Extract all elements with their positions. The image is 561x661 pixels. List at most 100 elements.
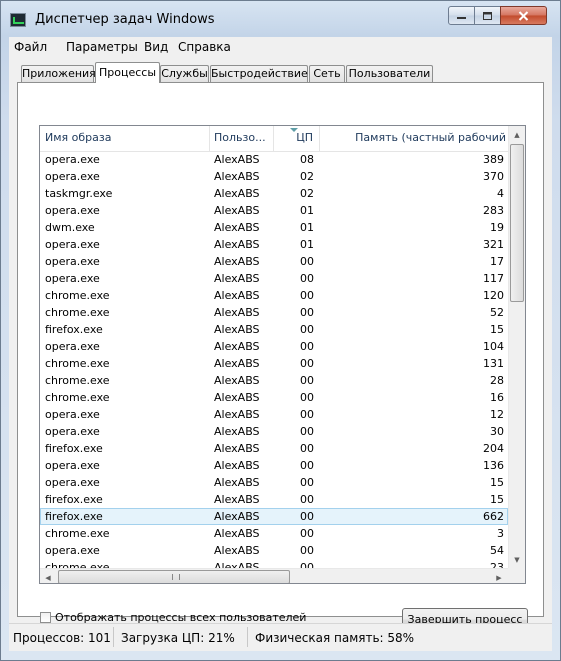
process-user: AlexABS (214, 476, 260, 489)
process-memory: 120 (483, 289, 504, 302)
vertical-scroll-thumb[interactable] (510, 144, 524, 302)
vertical-scrollbar[interactable]: ▲ ▼ (508, 126, 525, 568)
process-user: AlexABS (214, 306, 260, 319)
process-memory: 19 (490, 221, 504, 234)
process-user: AlexABS (214, 459, 260, 472)
process-cpu: 00 (300, 323, 314, 336)
process-row[interactable]: opera.exe AlexABS 00 12 (40, 406, 508, 423)
process-name: opera.exe (45, 255, 100, 268)
process-memory: 30 (490, 425, 504, 438)
column-image-name[interactable]: Имя образа (40, 126, 210, 151)
process-row[interactable]: opera.exe AlexABS 08 389 (40, 151, 508, 168)
process-user: AlexABS (214, 238, 260, 251)
title-bar[interactable]: Диспетчер задач Windows (1, 1, 560, 35)
minimize-icon (457, 17, 466, 19)
menu-file[interactable]: Файл (14, 40, 47, 54)
menu-options[interactable]: Параметры (66, 40, 138, 54)
process-row[interactable]: opera.exe AlexABS 00 54 (40, 542, 508, 559)
menu-help[interactable]: Справка (178, 40, 231, 54)
tab-services[interactable]: Службы (160, 65, 209, 82)
process-row[interactable]: opera.exe AlexABS 01 321 (40, 236, 508, 253)
process-row[interactable]: chrome.exe AlexABS 00 16 (40, 389, 508, 406)
scroll-up-arrow-icon[interactable]: ▲ (509, 126, 525, 143)
process-cpu: 01 (300, 238, 314, 251)
process-memory: 15 (490, 476, 504, 489)
scroll-right-arrow-icon[interactable]: ▶ (491, 569, 507, 583)
close-button[interactable] (500, 6, 547, 25)
maximize-button[interactable] (474, 6, 501, 25)
process-user: AlexABS (214, 561, 260, 568)
process-name: opera.exe (45, 544, 100, 557)
process-cpu: 01 (300, 221, 314, 234)
process-memory: 389 (483, 153, 504, 166)
process-row[interactable]: opera.exe AlexABS 00 104 (40, 338, 508, 355)
show-all-users-label[interactable]: Отображать процессы всех пользователей (55, 611, 306, 624)
process-row[interactable]: firefox.exe AlexABS 00 15 (40, 321, 508, 338)
process-row[interactable]: opera.exe AlexABS 00 30 (40, 423, 508, 440)
column-user-name[interactable]: Пользо... (210, 126, 274, 151)
process-memory: 23 (490, 561, 504, 568)
process-row[interactable]: opera.exe AlexABS 01 283 (40, 202, 508, 219)
process-row[interactable]: chrome.exe AlexABS 00 52 (40, 304, 508, 321)
process-memory: 283 (483, 204, 504, 217)
process-name: chrome.exe (45, 561, 110, 568)
process-row[interactable]: opera.exe AlexABS 02 370 (40, 168, 508, 185)
process-cpu: 00 (300, 493, 314, 506)
process-cpu: 00 (300, 272, 314, 285)
task-manager-window: Диспетчер задач Windows Файл Параметры В… (0, 0, 561, 661)
status-separator (113, 627, 114, 647)
process-row[interactable]: opera.exe AlexABS 00 117 (40, 270, 508, 287)
scroll-left-arrow-icon[interactable]: ◀ (40, 569, 56, 583)
process-row[interactable]: opera.exe AlexABS 00 136 (40, 457, 508, 474)
process-row[interactable]: opera.exe AlexABS 00 17 (40, 253, 508, 270)
process-cpu: 00 (300, 476, 314, 489)
process-name: dwm.exe (45, 221, 95, 234)
process-list[interactable]: Имя образа Пользо... ЦП Память (частный … (39, 125, 526, 584)
horizontal-scrollbar[interactable]: ◀ ▶ (40, 568, 508, 583)
process-name: firefox.exe (45, 493, 103, 506)
scrollbar-corner (508, 568, 525, 583)
show-all-users-checkbox-wrap[interactable]: Отображать процессы всех пользователей (40, 610, 306, 624)
process-cpu: 00 (300, 374, 314, 387)
process-row[interactable]: firefox.exe AlexABS 00 662 (40, 508, 508, 525)
tab-networking[interactable]: Сеть (309, 65, 345, 82)
process-row[interactable]: chrome.exe AlexABS 00 131 (40, 355, 508, 372)
process-name: opera.exe (45, 425, 100, 438)
process-name: firefox.exe (45, 510, 103, 523)
show-all-users-checkbox[interactable] (40, 611, 51, 623)
tab-performance[interactable]: Быстродействие (210, 65, 308, 82)
process-row[interactable]: chrome.exe AlexABS 00 23 (40, 559, 508, 568)
tab-users[interactable]: Пользователи (346, 65, 433, 82)
menu-view[interactable]: Вид (144, 40, 168, 54)
process-memory: 52 (490, 306, 504, 319)
process-cpu: 00 (300, 527, 314, 540)
process-row[interactable]: firefox.exe AlexABS 00 15 (40, 491, 508, 508)
scroll-down-arrow-icon[interactable]: ▼ (509, 551, 525, 568)
tab-applications[interactable]: Приложения (21, 65, 96, 82)
process-memory: 4 (497, 187, 504, 200)
minimize-button[interactable] (448, 6, 475, 25)
horizontal-scroll-thumb[interactable] (58, 570, 290, 583)
process-cpu: 00 (300, 391, 314, 404)
process-user: AlexABS (214, 357, 260, 370)
process-row[interactable]: firefox.exe AlexABS 00 204 (40, 440, 508, 457)
process-user: AlexABS (214, 374, 260, 387)
process-name: chrome.exe (45, 527, 110, 540)
process-row[interactable]: chrome.exe AlexABS 00 120 (40, 287, 508, 304)
process-user: AlexABS (214, 493, 260, 506)
process-row[interactable]: dwm.exe AlexABS 01 19 (40, 219, 508, 236)
process-memory: 136 (483, 459, 504, 472)
process-name: chrome.exe (45, 391, 110, 404)
process-row[interactable]: taskmgr.exe AlexABS 02 4 (40, 185, 508, 202)
process-row[interactable]: chrome.exe AlexABS 00 28 (40, 372, 508, 389)
column-memory[interactable]: Память (частный рабочий (320, 126, 508, 151)
process-memory: 204 (483, 442, 504, 455)
tab-processes[interactable]: Процессы (95, 62, 160, 83)
process-memory: 662 (483, 510, 504, 523)
window-title: Диспетчер задач Windows (35, 12, 215, 27)
process-row[interactable]: opera.exe AlexABS 00 15 (40, 474, 508, 491)
process-user: AlexABS (214, 408, 260, 421)
process-user: AlexABS (214, 204, 260, 217)
task-manager-app-icon (10, 13, 26, 27)
process-row[interactable]: chrome.exe AlexABS 00 3 (40, 525, 508, 542)
